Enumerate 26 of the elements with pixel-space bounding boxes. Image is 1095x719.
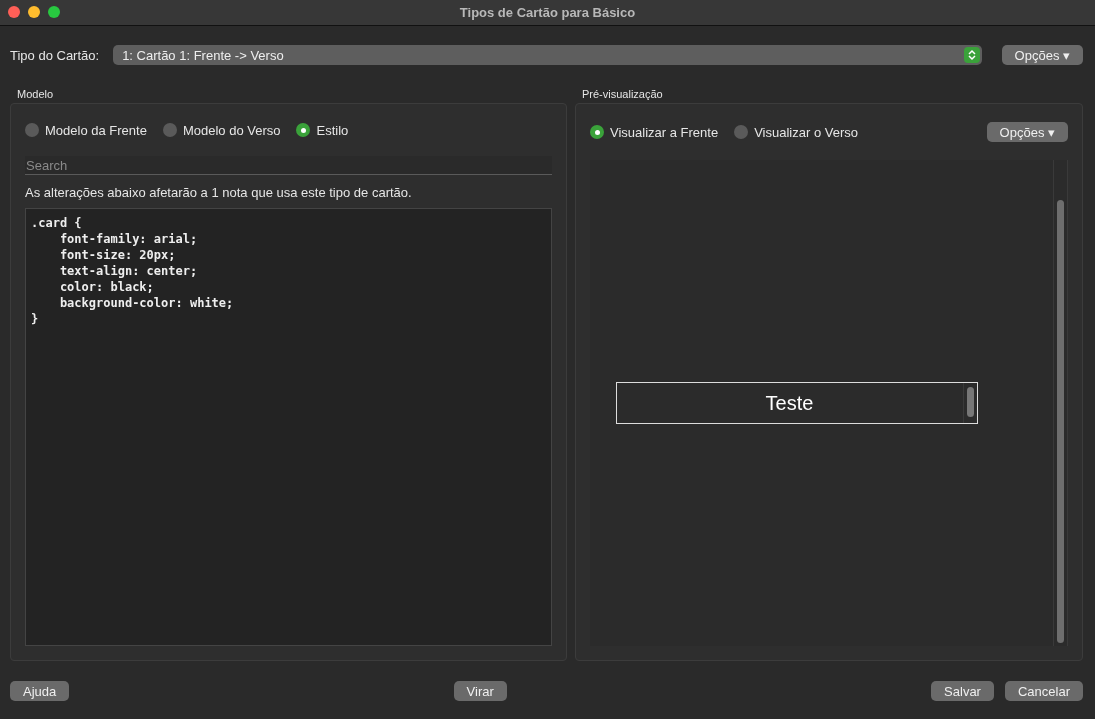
card-type-dropdown[interactable]: 1: Cartão 1: Frente -> Verso xyxy=(113,45,982,65)
stepper-icon xyxy=(963,47,980,63)
card-text: Teste xyxy=(764,391,815,415)
radio-option[interactable]: Estilo xyxy=(296,122,349,138)
search-field[interactable]: Search xyxy=(25,156,552,175)
options-button[interactable]: Opções ▾ xyxy=(1001,45,1083,65)
options-button[interactable]: Opções ▾ xyxy=(986,122,1068,142)
radio-option[interactable]: Modelo do Verso xyxy=(162,122,281,138)
flip-button[interactable]: Virar xyxy=(453,681,507,701)
close-icon[interactable] xyxy=(8,6,20,18)
window-title: Tipos de Cartão para Básico xyxy=(459,5,636,20)
section-title: Modelo xyxy=(17,88,55,100)
code-editor[interactable]: .card { font-family: arial; font-size: 20px; text-align: center; color: black; background-color: white; } xyxy=(25,208,552,646)
notice-text: As alterações abaixo afetarão a 1 nota que usa este tipo de cartão. xyxy=(25,185,413,200)
zoom-icon[interactable] xyxy=(48,6,60,18)
card-type-label: Tipo do Cartão: xyxy=(10,47,100,63)
section-title: Pré-visualização xyxy=(582,88,664,100)
radio-option[interactable]: Modelo da Frente xyxy=(25,122,147,138)
radio-option[interactable]: Visualizar a Frente xyxy=(590,124,719,140)
help-button[interactable]: Ajuda xyxy=(10,681,70,701)
dialog-button[interactable]: Cancelar xyxy=(1004,681,1083,701)
radio-option[interactable]: Visualizar o Verso xyxy=(734,124,858,140)
scrollbar-thumb[interactable] xyxy=(966,387,974,417)
minimize-icon[interactable] xyxy=(28,6,40,18)
dialog-button[interactable]: Salvar xyxy=(931,681,994,701)
scrollbar-thumb[interactable] xyxy=(1057,200,1064,643)
